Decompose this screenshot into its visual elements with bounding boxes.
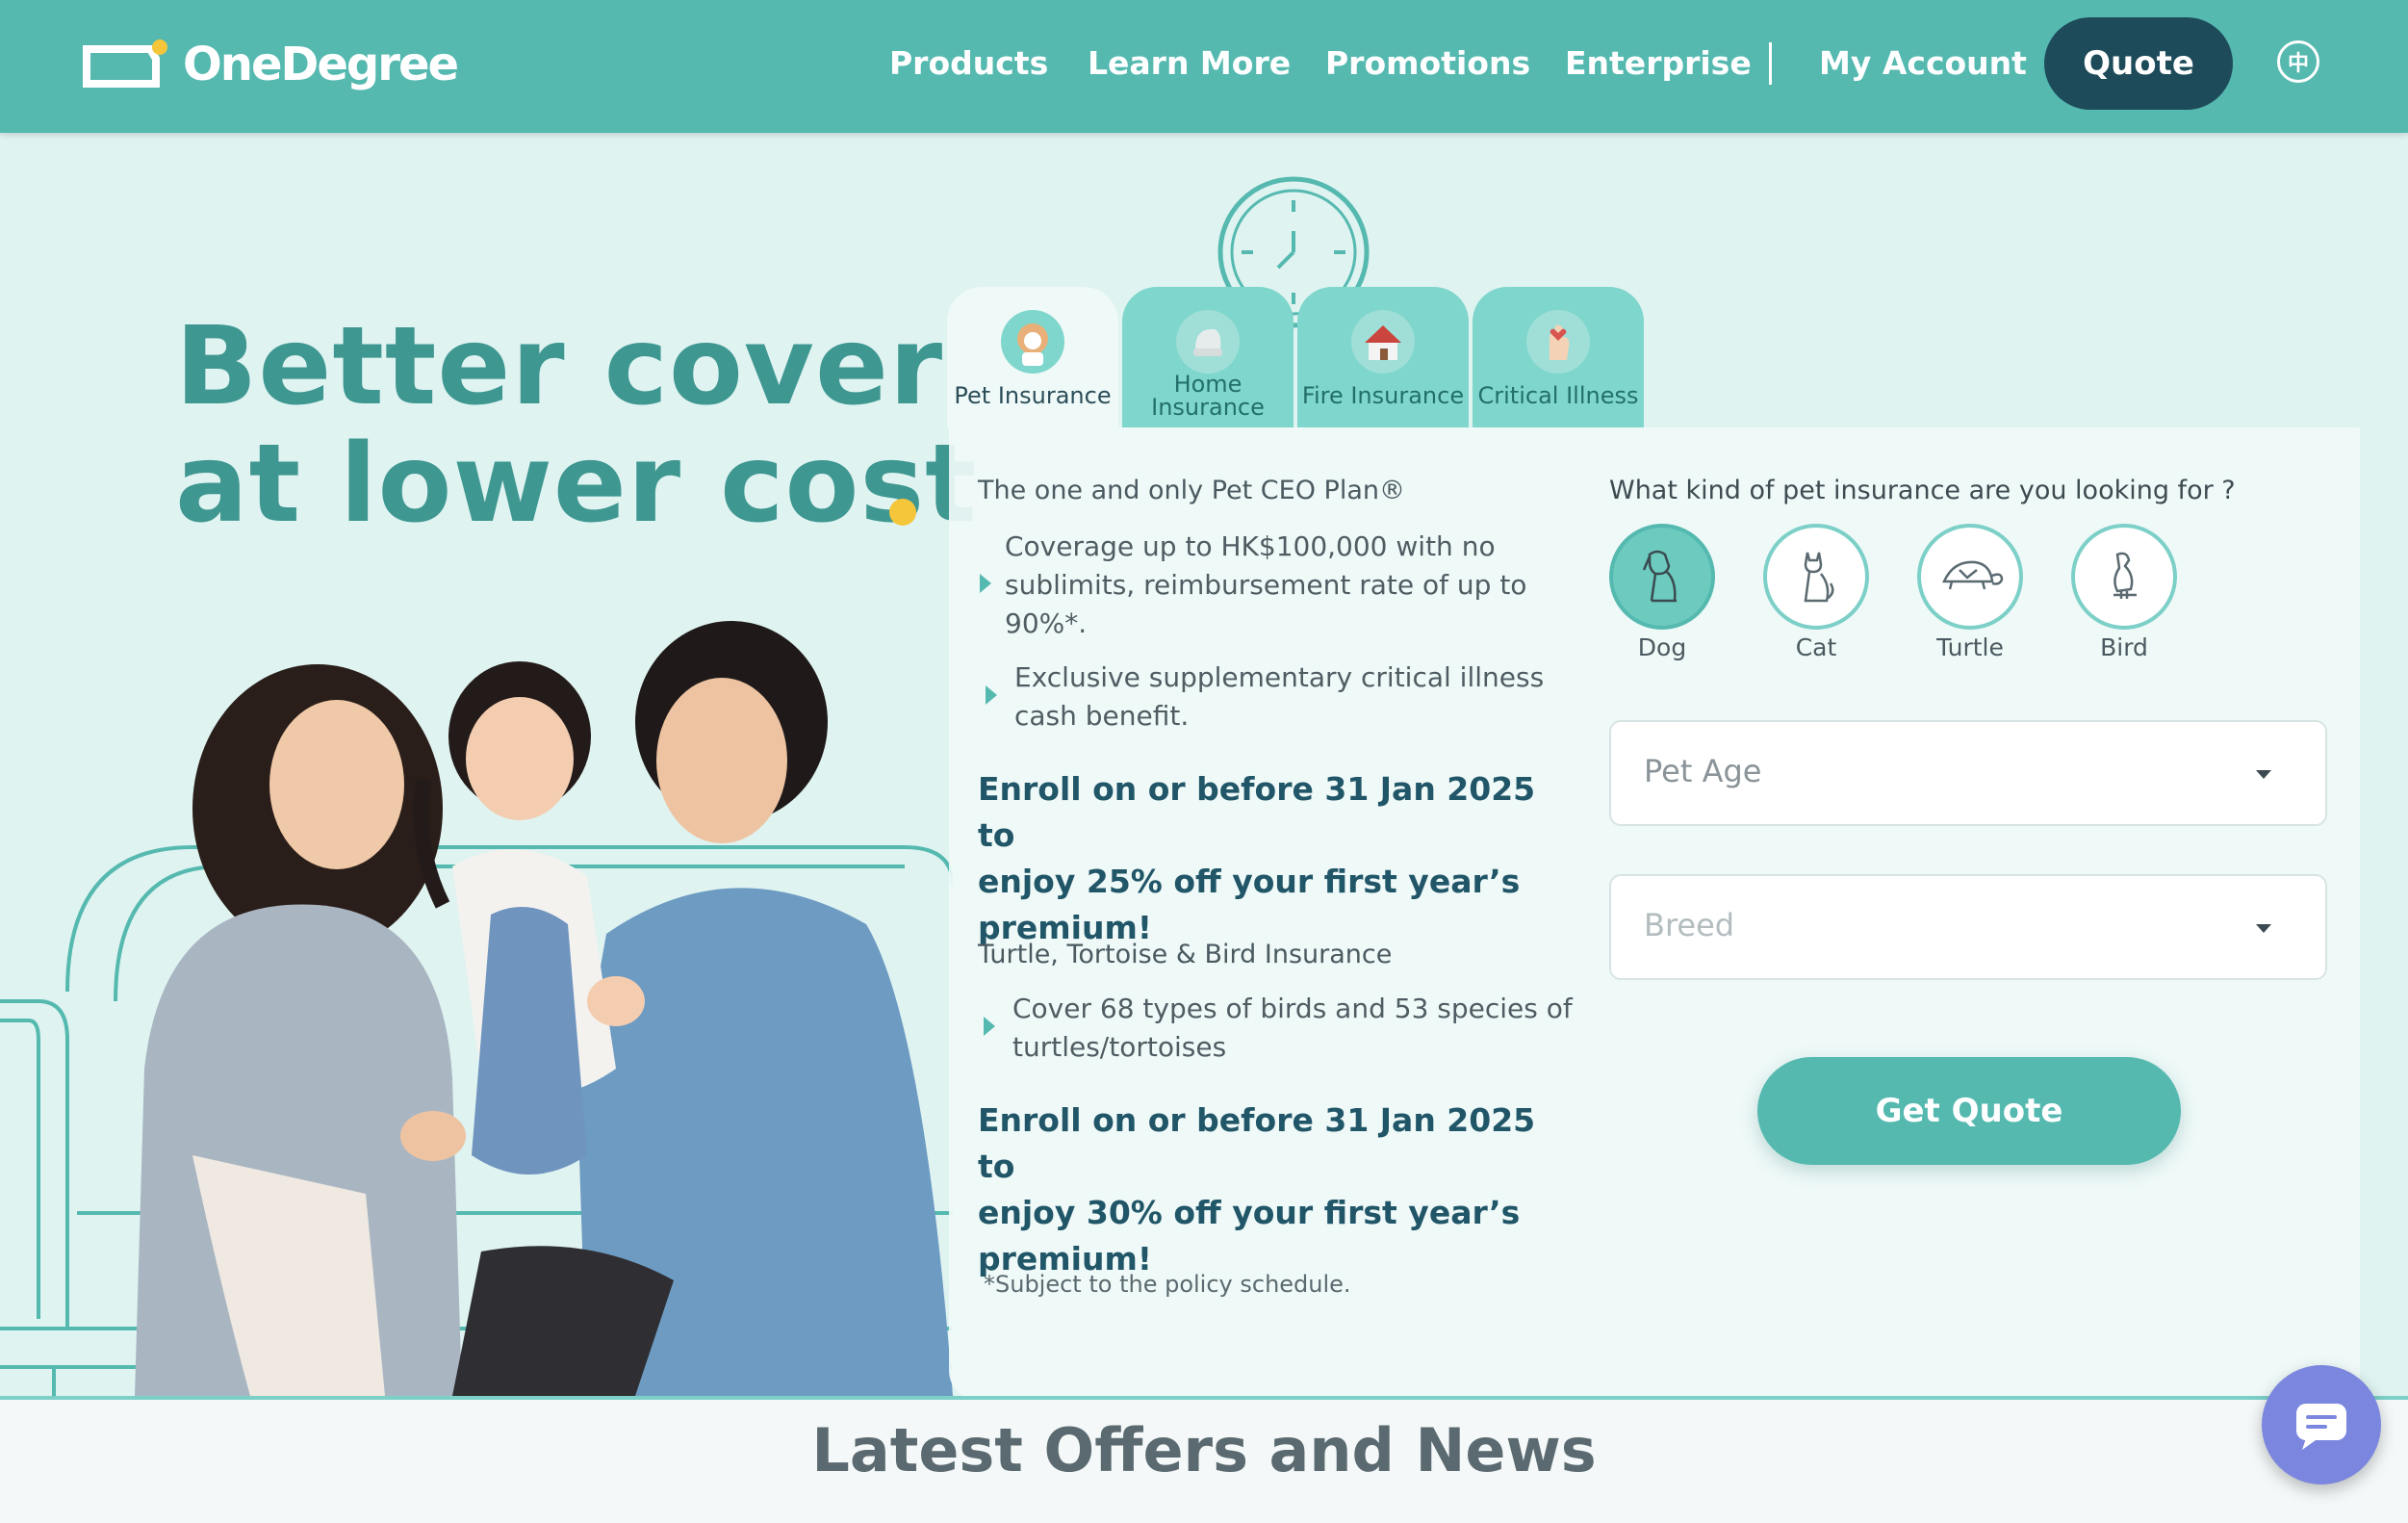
hero-title-line2: at lower cost (175, 422, 978, 547)
tab-fire-insurance[interactable]: Fire Insurance (1297, 287, 1469, 427)
promo-text-turtle-bird: Enroll on or before 31 Jan 2025 to enjoy… (978, 1097, 1555, 1282)
bullet-text: Cover 68 types of birds and 53 species o… (1012, 990, 1573, 1067)
promo-line: Enroll on or before 31 Jan 2025 to (978, 770, 1536, 854)
top-navigation-bar: OneDegree Products Learn More Promotions… (0, 0, 2408, 133)
bullet-line: 90%*. (1005, 607, 1088, 639)
house-icon (1351, 310, 1415, 374)
dog-icon (1642, 550, 1677, 603)
pet-label-bird: Bird (2100, 633, 2148, 661)
nav-my-account[interactable]: My Account (1819, 0, 2027, 133)
pet-icon (1001, 310, 1064, 374)
nav-learn-more[interactable]: Learn More (1088, 0, 1291, 133)
hero-title: Better cover at lower cost (175, 308, 978, 543)
hand-heart-icon (1526, 310, 1590, 374)
tab-home-insurance[interactable]: Home Insurance (1122, 287, 1294, 427)
get-quote-button[interactable]: Get Quote (1757, 1057, 2181, 1165)
tab-label: Pet Insurance (954, 382, 1112, 409)
nav-products[interactable]: Products (889, 0, 1048, 133)
nav-divider (1769, 42, 1772, 85)
home-chair-icon (1176, 310, 1240, 374)
plan-heading: The one and only Pet CEO Plan® (978, 476, 1405, 505)
bullet-arrow-icon (980, 574, 991, 593)
logo-text: OneDegree (183, 38, 459, 91)
chat-bubble-icon (2296, 1404, 2346, 1450)
language-toggle-button[interactable]: 中 (2277, 40, 2319, 83)
latest-offers-heading: Latest Offers and News (811, 1415, 1597, 1485)
pet-label-turtle: Turtle (1936, 633, 2004, 661)
bullet-arrow-icon (984, 1017, 995, 1036)
onedegree-logo[interactable]: OneDegree (83, 31, 459, 98)
tab-label: Fire Insurance (1301, 382, 1465, 409)
pet-label-dog: Dog (1637, 633, 1687, 661)
bullet-line: sublimits, reimbursement rate of up to (1005, 569, 1527, 601)
tab-label-line2: Insurance (1151, 394, 1265, 421)
promo-line: Enroll on or before 31 Jan 2025 to (978, 1101, 1536, 1185)
promo-line: enjoy 30% off your first year’s (978, 1194, 1521, 1231)
pet-option-turtle[interactable] (1917, 524, 2023, 630)
footnote: *Subject to the policy schedule. (984, 1271, 1351, 1298)
promo-line: enjoy 25% off your first year’s (978, 863, 1521, 900)
bullet-line: turtles/tortoises (1012, 1031, 1227, 1063)
quote-button[interactable]: Quote (2044, 17, 2233, 110)
bullet-line: Coverage up to HK$100,000 with no (1005, 530, 1496, 562)
bullet-line: Exclusive supplementary critical illness (1014, 661, 1545, 693)
promo-text-pet: Enroll on or before 31 Jan 2025 to enjoy… (978, 766, 1555, 951)
tab-pet-insurance[interactable]: Pet Insurance (947, 287, 1118, 427)
bird-icon (2113, 552, 2137, 599)
bullet-line: Cover 68 types of birds and 53 species o… (1012, 993, 1573, 1024)
turtle-icon (1942, 560, 2004, 590)
nav-promotions[interactable]: Promotions (1325, 0, 1530, 133)
tab-critical-illness[interactable]: Critical Illness (1473, 287, 1644, 427)
breed-placeholder: Breed (1644, 907, 1735, 943)
pet-option-bird[interactable] (2071, 524, 2177, 630)
bullet-line: cash benefit. (1014, 700, 1190, 732)
tab-label: Critical Illness (1477, 382, 1639, 409)
pet-type-question: What kind of pet insurance are you looki… (1609, 476, 2236, 505)
hero-title-line1: Better cover (175, 304, 944, 429)
family-photo (135, 621, 953, 1396)
logo-mark-icon (83, 39, 167, 88)
chevron-down-icon (2256, 770, 2271, 779)
pet-option-dog[interactable] (1609, 524, 1715, 630)
pet-label-cat: Cat (1795, 633, 1837, 661)
pet-age-select[interactable]: Pet Age (1609, 720, 2327, 826)
hero-accent-dot (889, 499, 916, 526)
pet-option-cat[interactable] (1763, 524, 1869, 630)
cat-icon (1804, 552, 1834, 603)
pet-age-placeholder: Pet Age (1644, 753, 1762, 789)
chat-button[interactable] (2262, 1365, 2381, 1484)
bullet-text: Exclusive supplementary critical illness… (1014, 658, 1544, 736)
nav-enterprise[interactable]: Enterprise (1565, 0, 1752, 133)
bullet-text: Coverage up to HK$100,000 with no sublim… (1005, 528, 1526, 643)
chevron-down-icon (2256, 924, 2271, 933)
breed-select[interactable]: Breed (1609, 874, 2327, 980)
turtle-bird-heading: Turtle, Tortoise & Bird Insurance (978, 940, 1393, 969)
bullet-arrow-icon (986, 685, 997, 705)
